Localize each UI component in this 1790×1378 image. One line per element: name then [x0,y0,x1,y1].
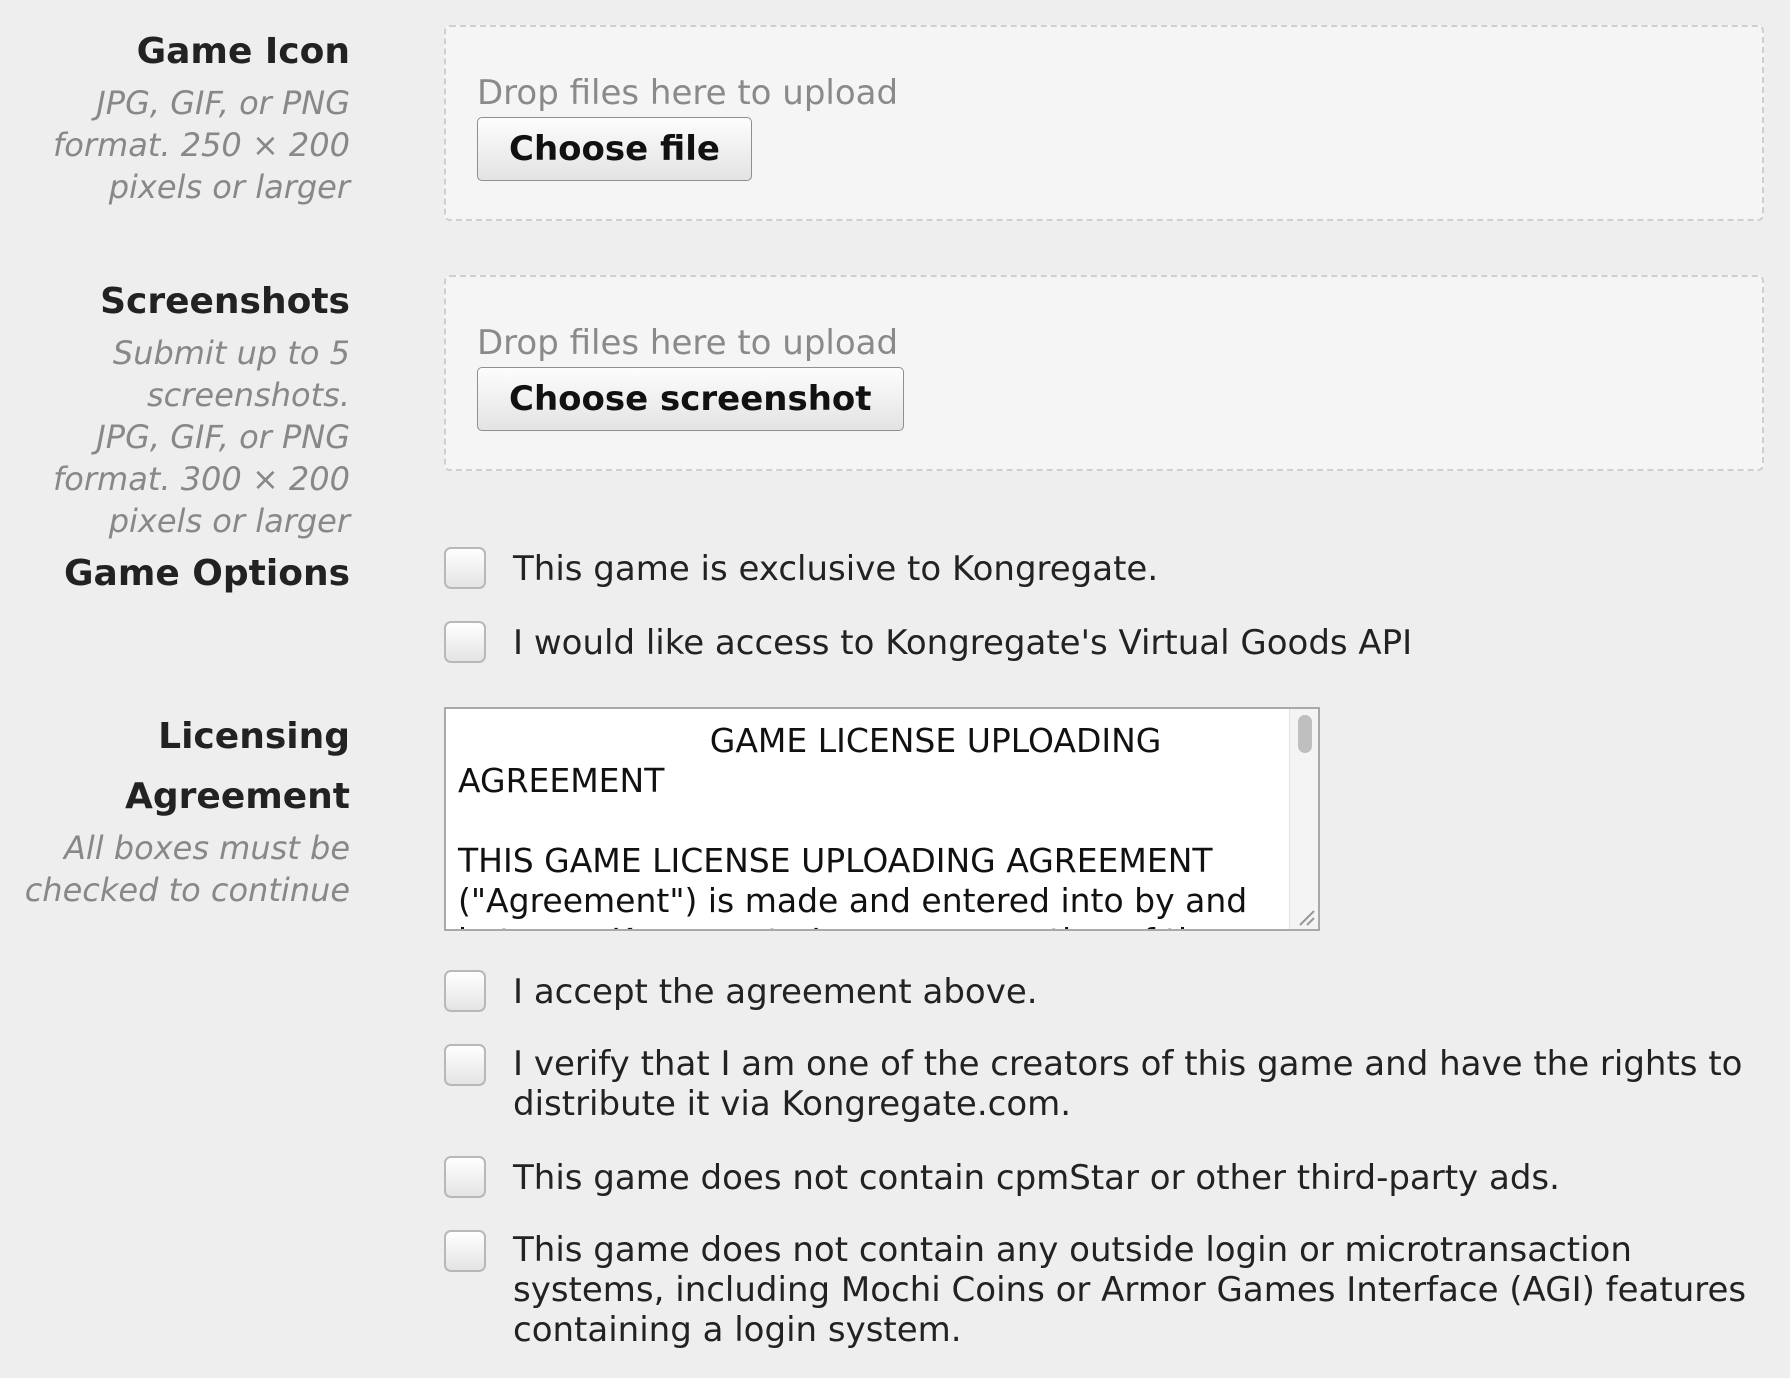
game-icon-title: Game Icon [136,31,350,72]
license-agreement-text: GAME LICENSE UPLOADING AGREEMENT THIS GA… [458,721,1248,929]
accept-checkbox[interactable] [444,970,486,1012]
no-ads-checkbox[interactable] [444,1156,486,1198]
screenshots-drop-text: Drop files here to upload [477,323,899,363]
confirmation-label: I verify that I am one of the creators o… [513,1044,1743,1124]
game-icon-dropzone[interactable]: Drop files here to upload Choose file [444,25,1764,221]
game-icon-drop-text: Drop files here to upload [477,73,899,113]
licensing-hint-line: All boxes must be [63,829,350,867]
confirmation-label: This game does not contain any outside l… [513,1230,1747,1350]
game-options-title: Game Options [63,553,350,594]
license-scrollbar[interactable] [1289,709,1318,929]
screenshots-title: Screenshots [100,281,350,322]
license-scrollbar-thumb[interactable] [1298,715,1312,753]
screenshots-hint-line: pixels or larger [108,502,350,540]
license-agreement-textarea[interactable]: GAME LICENSE UPLOADING AGREEMENT THIS GA… [444,707,1320,931]
confirmation-label: I accept the agreement above. [513,972,1038,1012]
licensing-label-group: Licensing Agreement All boxes must be ch… [25,707,350,911]
game-icon-hint-line: pixels or larger [108,168,350,206]
screenshots-hint-line: screenshots. [147,376,350,414]
screenshots-label-group: Screenshots Submit up to 5 screenshots. … [53,272,350,542]
screenshots-hint-line: Submit up to 5 [112,334,350,372]
exclusive-checkbox[interactable] [444,547,486,589]
licensing-hint-line: checked to continue [24,871,350,909]
choose-screenshot-button[interactable]: Choose screenshot [477,367,904,431]
screenshots-hint-line: JPG, GIF, or PNG [96,418,350,456]
licensing-title-line: Agreement [125,776,350,817]
game-icon-hint-line: JPG, GIF, or PNG [96,84,350,122]
resize-grip-icon[interactable] [1294,905,1316,927]
screenshots-dropzone[interactable]: Drop files here to upload Choose screens… [444,275,1764,471]
option-label: This game is exclusive to Kongregate. [513,549,1159,589]
game-options-label-group: Game Options [64,544,350,604]
game-icon-hint-line: format. 250 × 200 [53,126,350,164]
confirmation-label: This game does not contain cpmStar or ot… [513,1158,1560,1198]
option-label: I would like access to Kongregate's Virt… [513,623,1413,663]
licensing-title-line: Licensing [158,716,350,757]
game-icon-label-group: Game Icon JPG, GIF, or PNG format. 250 ×… [53,22,350,208]
no-login-systems-checkbox[interactable] [444,1230,486,1272]
screenshots-hint-line: format. 300 × 200 [53,460,350,498]
creator-checkbox[interactable] [444,1044,486,1086]
choose-file-button[interactable]: Choose file [477,117,752,181]
virtual-goods-checkbox[interactable] [444,621,486,663]
